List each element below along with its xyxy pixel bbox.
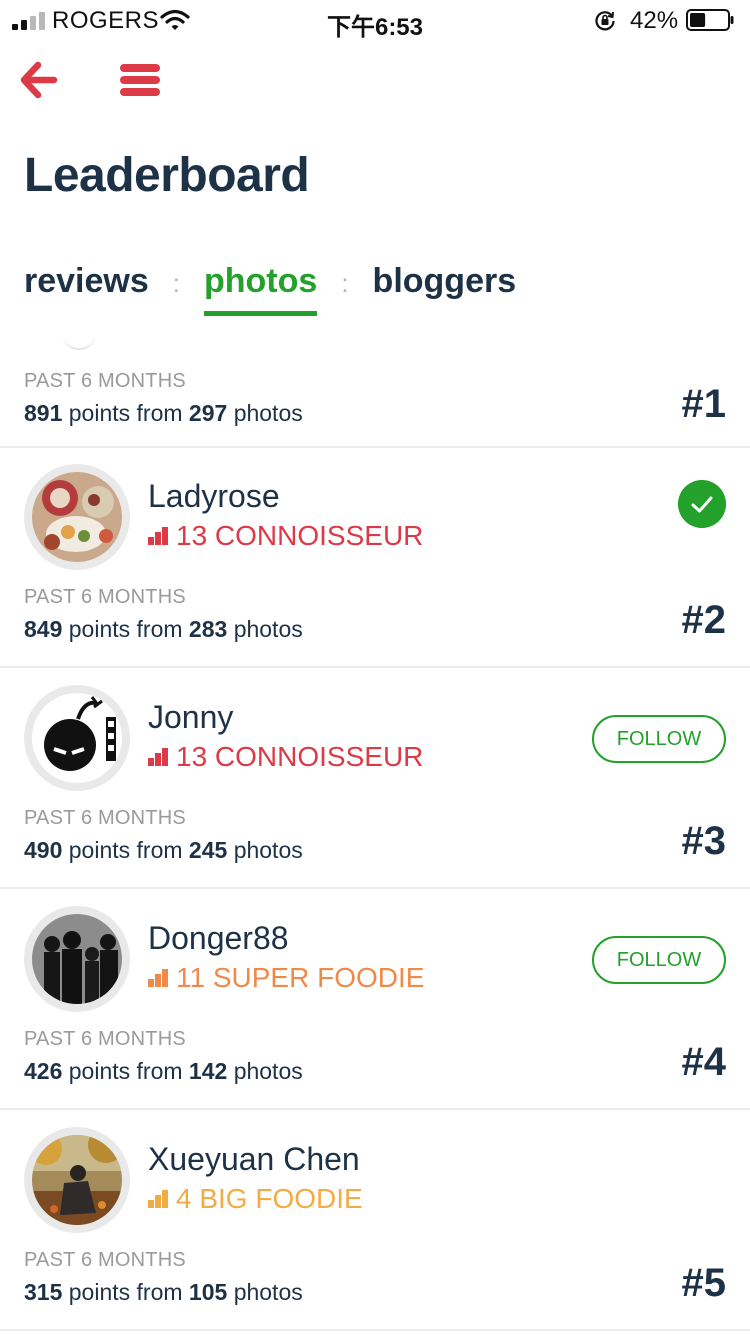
photos-label: photos <box>233 1058 303 1084</box>
photos-value: 297 <box>188 400 228 426</box>
points-label: points from <box>68 400 183 426</box>
battery-percent: 42% <box>630 7 679 34</box>
list-item-stats: PAST 6 MONTHS 849 points from 283 photos… <box>0 570 750 668</box>
stats-period: PAST 6 MONTHS <box>24 1028 186 1050</box>
page-title: Leaderboard <box>24 149 310 202</box>
photos-label: photos <box>233 837 303 863</box>
food-photo-avatar-image <box>32 472 122 562</box>
photos-value: 142 <box>188 1058 228 1084</box>
level-bars-icon <box>148 748 168 766</box>
back-arrow-icon[interactable] <box>16 58 60 102</box>
level-bars-icon <box>148 969 168 987</box>
points-label: points from <box>68 616 183 642</box>
stats-period: PAST 6 MONTHS <box>24 370 186 392</box>
points-value: 426 <box>24 1058 63 1084</box>
user-level-text: 13 CONNOISSEUR <box>176 741 424 772</box>
stats-summary: 849 points from 283 photos <box>24 616 303 643</box>
rotation-lock-icon <box>595 11 615 31</box>
avatar[interactable] <box>24 1127 130 1233</box>
user-level: 11 SUPER FOODIE <box>148 962 424 994</box>
leaderboard-list[interactable]: PAST 6 MONTHS 891 points from 297 photos… <box>0 330 750 1334</box>
level-bars-icon <box>148 527 168 545</box>
points-value: 849 <box>24 616 63 642</box>
battery-icon <box>686 9 734 31</box>
following-check-icon[interactable] <box>678 480 726 528</box>
stats-summary: 891 points from 297 photos <box>24 400 303 427</box>
rank-number: #4 <box>681 1040 727 1084</box>
avatar[interactable] <box>24 464 130 570</box>
list-item[interactable]: Jonny 13 CONNOISSEUR FOLLOW <box>0 685 750 791</box>
photos-value: 283 <box>188 616 228 642</box>
list-item-stats: PAST 6 MONTHS 891 points from 297 photos… <box>0 358 750 448</box>
stats-period: PAST 6 MONTHS <box>24 807 186 829</box>
user-level-text: 13 CONNOISSEUR <box>176 520 424 551</box>
tab-separator: : <box>172 268 180 298</box>
tab-bloggers[interactable]: bloggers <box>373 262 517 311</box>
tab-separator: : <box>341 268 349 298</box>
list-item[interactable]: Xueyuan Chen 4 BIG FOODIE <box>0 1127 750 1233</box>
rank-number: #1 <box>681 382 727 426</box>
rank-number: #3 <box>681 819 727 863</box>
user-name[interactable]: Donger88 <box>148 920 289 957</box>
status-bar: ROGERS 下午6:53 42% <box>0 0 750 42</box>
avatar[interactable] <box>24 906 130 1012</box>
follow-button[interactable]: FOLLOW <box>592 715 726 763</box>
silhouette-photo-avatar-image <box>32 914 122 1004</box>
list-item[interactable]: Donger88 11 SUPER FOODIE FOLLOW <box>0 906 750 1012</box>
user-name[interactable]: Xueyuan Chen <box>148 1141 360 1178</box>
rank-number: #5 <box>681 1261 727 1305</box>
points-label: points from <box>68 1058 183 1084</box>
leaderboard-tabs: reviews : photos : bloggers <box>24 262 516 322</box>
bomb-logo-avatar-image <box>32 693 122 783</box>
avatar <box>62 330 96 350</box>
points-value: 315 <box>24 1279 63 1305</box>
photos-value: 245 <box>188 837 228 863</box>
user-level-text: 11 SUPER FOODIE <box>176 962 425 993</box>
points-value: 490 <box>24 837 63 863</box>
tab-reviews[interactable]: reviews <box>24 262 149 311</box>
follow-button[interactable]: FOLLOW <box>592 936 726 984</box>
photos-label: photos <box>233 400 303 426</box>
user-level-text: 4 BIG FOODIE <box>176 1183 363 1214</box>
list-item[interactable]: Ladyrose 13 CONNOISSEUR <box>0 464 750 570</box>
stats-summary: 426 points from 142 photos <box>24 1058 303 1085</box>
level-bars-icon <box>148 1190 168 1208</box>
user-name[interactable]: Ladyrose <box>148 478 280 515</box>
photos-value: 105 <box>188 1279 228 1305</box>
photos-label: photos <box>233 616 303 642</box>
list-item-stats: PAST 6 MONTHS 315 points from 105 photos… <box>0 1233 750 1331</box>
avatar[interactable] <box>24 685 130 791</box>
stats-summary: 490 points from 245 photos <box>24 837 303 864</box>
user-level: 13 CONNOISSEUR <box>148 520 423 552</box>
autumn-photo-avatar-image <box>32 1135 122 1225</box>
stats-summary: 315 points from 105 photos <box>24 1279 303 1306</box>
user-name[interactable]: Jonny <box>148 699 233 736</box>
photos-label: photos <box>233 1279 303 1305</box>
points-label: points from <box>68 837 183 863</box>
points-value: 891 <box>24 400 63 426</box>
tab-photos[interactable]: photos <box>204 262 318 316</box>
list-item-stats: PAST 6 MONTHS 490 points from 245 photos… <box>0 791 750 889</box>
list-item-stats: PAST 6 MONTHS 426 points from 142 photos… <box>0 1012 750 1110</box>
stats-period: PAST 6 MONTHS <box>24 586 186 608</box>
points-label: points from <box>68 1279 183 1305</box>
user-level: 13 CONNOISSEUR <box>148 741 423 773</box>
hamburger-menu-icon[interactable] <box>116 60 164 100</box>
stats-period: PAST 6 MONTHS <box>24 1249 186 1271</box>
user-level: 4 BIG FOODIE <box>148 1183 363 1215</box>
rank-number: #2 <box>681 598 727 642</box>
